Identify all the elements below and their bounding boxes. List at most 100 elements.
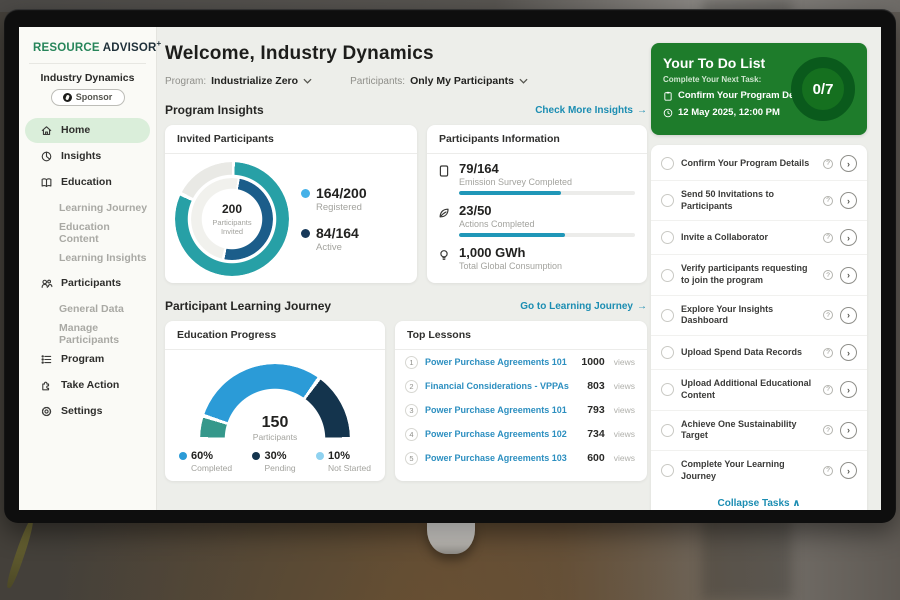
info-icon[interactable]: ? <box>823 196 833 206</box>
chevron-right-button[interactable]: › <box>840 381 857 398</box>
task-checkbox[interactable] <box>661 231 674 244</box>
task-checkbox[interactable] <box>661 424 674 437</box>
task-invite-a-collaborator[interactable]: Invite a Collaborator? › <box>651 221 867 255</box>
chevron-right-button[interactable]: › <box>840 155 857 172</box>
task-checkbox[interactable] <box>661 194 674 207</box>
lesson-views: 600 <box>587 452 605 464</box>
info-icon[interactable]: ? <box>823 270 833 280</box>
lesson-link[interactable]: Power Purchase Agreements 101 <box>425 357 574 367</box>
participants-label: Participants: <box>350 76 405 87</box>
program-label: Program: <box>165 76 206 87</box>
task-achieve-one-sustainability-target[interactable]: Achieve One Sustainability Target?› <box>651 411 867 451</box>
task-explore-your-insights-dashboard[interactable]: Explore Your Insights Dashboard? › <box>651 296 867 336</box>
todo-task-list: Confirm Your Program Details?›Send 50 In… <box>651 147 867 490</box>
lesson-views-suffix: views <box>614 357 635 367</box>
sidebar-item-participants[interactable]: Participants <box>25 271 150 296</box>
sidebar-item-home[interactable]: Home <box>25 118 150 143</box>
chevron-down-icon <box>519 78 528 84</box>
gauge-center-value: 150 <box>200 414 350 432</box>
sidebar-item-education[interactable]: Education <box>25 170 150 195</box>
lesson-link[interactable]: Power Purchase Agreements 103 <box>425 453 580 463</box>
program-icon <box>40 353 53 366</box>
sidebar-item-label: Home <box>61 124 90 136</box>
sidebar-item-label: General Data <box>59 303 124 315</box>
legend-label: Registered <box>316 202 367 213</box>
sidebar-item-take-action[interactable]: Take Action <box>25 373 150 398</box>
sidebar-item-learning-journey[interactable]: Learning Journey <box>25 196 150 220</box>
sidebar-item-learning-insights[interactable]: Learning Insights <box>25 246 150 270</box>
task-upload-spend-data-records[interactable]: Upload Spend Data Records?› <box>651 336 867 370</box>
task-checkbox[interactable] <box>661 309 674 322</box>
task-checkbox[interactable] <box>661 464 674 477</box>
chevron-right-button[interactable]: › <box>840 192 857 209</box>
task-checkbox[interactable] <box>661 346 674 359</box>
legend-value: 10% <box>328 450 350 462</box>
stat-progress-bar <box>459 233 635 237</box>
legend-top: 10% <box>316 450 371 462</box>
sidebar-item-manage-participants[interactable]: Manage Participants <box>25 322 150 346</box>
chevron-right-button[interactable]: › <box>840 267 857 284</box>
lesson-views: 1000 <box>581 356 604 368</box>
lesson-row: 1Power Purchase Agreements 1011000views <box>395 350 647 374</box>
main-content: Welcome, Industry Dynamics Program: Indu… <box>165 27 647 510</box>
task-send-50-invitations-to-participants[interactable]: Send 50 Invitations to Participants?› <box>651 181 867 221</box>
clipboard-icon <box>663 91 673 101</box>
chevron-right-button[interactable]: › <box>840 229 857 246</box>
clock-icon <box>663 108 673 118</box>
task-checkbox[interactable] <box>661 383 674 396</box>
sidebar-item-education-content[interactable]: Education Content <box>25 221 150 245</box>
lesson-views-suffix: views <box>614 453 635 463</box>
info-icon[interactable]: ? <box>823 385 833 395</box>
collapse-label: Collapse Tasks <box>718 498 790 509</box>
take-action-icon <box>40 379 53 392</box>
survey-icon <box>437 164 451 178</box>
arrow-right-icon: → <box>637 105 647 116</box>
sidebar-item-label: Settings <box>61 405 102 417</box>
sidebar-item-general-data[interactable]: General Data <box>25 297 150 321</box>
stat-main: 79/164Emission Survey Completed <box>459 161 635 195</box>
info-icon[interactable]: ? <box>823 159 833 169</box>
lesson-rank: 3 <box>405 404 418 417</box>
participants-select[interactable]: Participants: Only My Participants <box>350 75 528 87</box>
chevron-right-button[interactable]: › <box>840 344 857 361</box>
legend-value: 60% <box>191 450 213 462</box>
legend-label: Completed <box>191 463 232 473</box>
donut-legend: 164/200Registered84/164Active <box>301 185 367 253</box>
program-select[interactable]: Program: Industrialize Zero <box>165 75 312 87</box>
stat-progress-bar <box>459 191 635 195</box>
lesson-link[interactable]: Financial Considerations - VPPAs <box>425 381 580 391</box>
task-label: Explore Your Insights Dashboard <box>681 304 816 327</box>
sponsor-badge[interactable]: Sponsor <box>51 89 125 106</box>
info-icon[interactable]: ? <box>823 348 833 358</box>
info-icon[interactable]: ? <box>823 466 833 476</box>
sidebar-item-program[interactable]: Program <box>25 347 150 372</box>
task-checkbox[interactable] <box>661 269 674 282</box>
chevron-right-button[interactable]: › <box>840 307 857 324</box>
task-label: Invite a Collaborator <box>681 232 816 244</box>
task-upload-additional-educational-content[interactable]: Upload Additional Educational Content?› <box>651 370 867 410</box>
info-icon[interactable]: ? <box>823 310 833 320</box>
task-verify-participants-requesting-to-join-the-program[interactable]: Verify participants requesting to join t… <box>651 255 867 295</box>
task-complete-your-learning-journey[interactable]: Complete Your Learning Journey?› <box>651 451 867 490</box>
info-icon[interactable]: ? <box>823 425 833 435</box>
legend-value: 30% <box>264 450 286 462</box>
dashboard-screen: RESOURCE ADVISOR+ Industry Dynamics Spon… <box>19 27 881 510</box>
go-to-learning-journey-link[interactable]: Go to Learning Journey → <box>520 301 647 312</box>
bulb-icon <box>437 248 451 262</box>
lesson-link[interactable]: Power Purchase Agreements 102 <box>425 429 580 439</box>
chevron-right-button[interactable]: › <box>840 462 857 479</box>
sidebar-item-settings[interactable]: Settings <box>25 399 150 424</box>
info-icon[interactable]: ? <box>823 233 833 243</box>
gauge-legend-pending: 30%Pending <box>252 450 295 473</box>
collapse-tasks-link[interactable]: Collapse Tasks ∧ <box>651 490 867 510</box>
sidebar-item-label: Learning Journey <box>59 202 147 214</box>
chevron-right-button[interactable]: › <box>840 422 857 439</box>
task-confirm-your-program-details[interactable]: Confirm Your Program Details?› <box>651 147 867 181</box>
lesson-link[interactable]: Power Purchase Agreements 101 <box>425 405 580 415</box>
sidebar-item-insights[interactable]: Insights <box>25 144 150 169</box>
task-checkbox[interactable] <box>661 157 674 170</box>
sidebar-item-label: Manage Participants <box>59 322 150 346</box>
legend-dot <box>301 229 310 238</box>
education-icon <box>40 176 53 189</box>
check-more-insights-link[interactable]: Check More Insights → <box>535 105 647 116</box>
